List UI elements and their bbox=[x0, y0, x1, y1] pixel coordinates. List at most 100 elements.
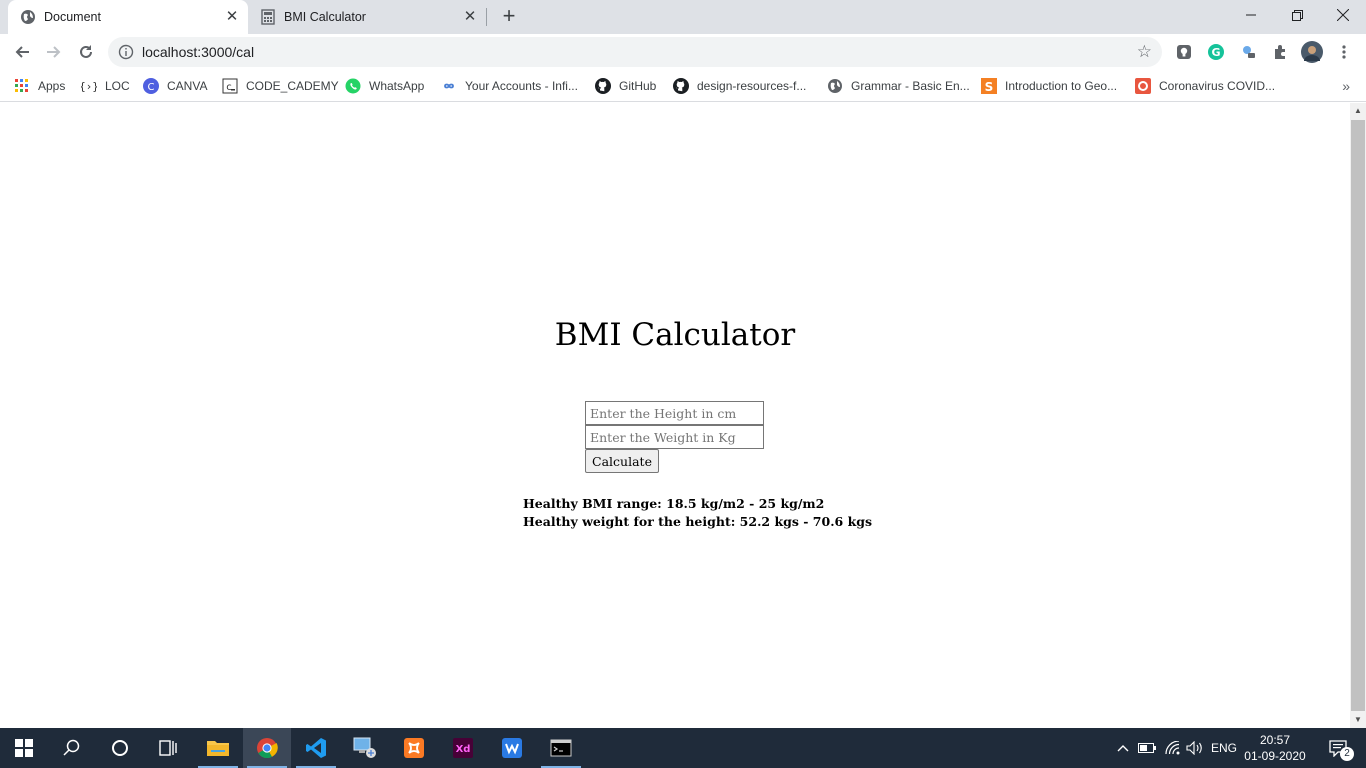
bookmark-label: Your Accounts - Infi... bbox=[465, 79, 578, 93]
adobe-xd-icon: Xd bbox=[453, 738, 473, 758]
start-button[interactable] bbox=[0, 728, 48, 768]
grammarly-icon[interactable]: G bbox=[1206, 42, 1226, 62]
healthy-weight-text: Healthy weight for the height: 52.2 kgs … bbox=[523, 514, 873, 529]
wps-office-button[interactable] bbox=[488, 728, 536, 768]
bookmarks-overflow-chevron-icon[interactable]: » bbox=[1342, 78, 1350, 94]
infinity-icon bbox=[441, 78, 457, 94]
battery-icon[interactable] bbox=[1136, 728, 1158, 768]
bookmark-label: CANVA bbox=[167, 79, 208, 93]
terminal-button[interactable] bbox=[537, 728, 585, 768]
show-hidden-icons-chevron-icon[interactable] bbox=[1112, 728, 1134, 768]
tab-document[interactable]: Document ✕ bbox=[8, 0, 248, 34]
bookmark-design-resources[interactable]: design-resources-f... bbox=[673, 76, 806, 96]
windows-logo-icon bbox=[15, 739, 33, 757]
forward-button[interactable] bbox=[42, 40, 66, 64]
scroll-up-arrow-icon[interactable]: ▲ bbox=[1354, 106, 1362, 115]
github-icon bbox=[673, 78, 689, 94]
terminal-icon bbox=[550, 739, 572, 757]
back-button[interactable] bbox=[10, 40, 34, 64]
file-explorer-button[interactable] bbox=[194, 728, 242, 768]
new-tab-button[interactable]: + bbox=[498, 5, 520, 28]
apps-grid-icon bbox=[14, 78, 30, 94]
restore-button[interactable] bbox=[1274, 0, 1320, 30]
bookmark-star-icon[interactable]: ☆ bbox=[1137, 43, 1152, 61]
back-arrow-icon bbox=[15, 46, 29, 58]
bookmark-github[interactable]: GitHub bbox=[595, 76, 656, 96]
adobe-xd-button[interactable]: Xd bbox=[439, 728, 487, 768]
whatsapp-icon bbox=[345, 78, 361, 94]
minimize-button[interactable] bbox=[1228, 0, 1274, 30]
codecademy-icon: c bbox=[222, 78, 238, 94]
bookmarks-bar: Apps {›} LOC C CANVA c CODE_CADEMY Whats… bbox=[0, 70, 1366, 102]
language-indicator[interactable]: ENG bbox=[1208, 728, 1240, 768]
folder-icon bbox=[207, 741, 229, 756]
svg-text:G: G bbox=[1211, 46, 1220, 59]
height-input[interactable] bbox=[585, 401, 764, 425]
chrome-icon bbox=[257, 738, 278, 759]
cortana-circle-icon bbox=[112, 740, 128, 756]
info-icon[interactable] bbox=[118, 44, 134, 60]
svg-text:Xd: Xd bbox=[456, 744, 471, 755]
profile-avatar[interactable] bbox=[1301, 41, 1323, 63]
volume-icon[interactable] bbox=[1184, 728, 1206, 768]
bookmark-your-accounts[interactable]: Your Accounts - Infi... bbox=[441, 76, 578, 96]
extension-puzzle-blue-icon[interactable] bbox=[1238, 42, 1258, 62]
bookmark-codecademy[interactable]: c CODE_CADEMY bbox=[222, 76, 339, 96]
tab-title: BMI Calculator bbox=[284, 10, 366, 24]
canva-icon: C bbox=[143, 78, 159, 94]
bookmark-label: design-resources-f... bbox=[697, 79, 807, 93]
bookmark-grammar[interactable]: Grammar - Basic En... bbox=[827, 76, 970, 96]
close-icon bbox=[1337, 9, 1349, 21]
notification-count-badge: 2 bbox=[1340, 747, 1354, 761]
scrollbar-thumb[interactable] bbox=[1351, 120, 1365, 711]
bookmark-introduction-geo[interactable]: S Introduction to Geo... bbox=[981, 76, 1117, 96]
xampp-button[interactable] bbox=[390, 728, 438, 768]
bookmark-label: GitHub bbox=[619, 79, 657, 93]
svg-text:{›}: {›} bbox=[81, 80, 97, 93]
menu-kebab-icon[interactable] bbox=[1334, 42, 1354, 62]
svg-text:C: C bbox=[148, 82, 155, 93]
bookmark-coronavirus[interactable]: Coronavirus COVID... bbox=[1135, 76, 1275, 96]
tab-bmi-calculator[interactable]: BMI Calculator ✕ bbox=[248, 0, 486, 34]
extensions-puzzle-icon[interactable] bbox=[1270, 42, 1290, 62]
system-clock[interactable]: 20:57 01-09-2020 bbox=[1240, 732, 1310, 764]
close-tab-icon[interactable]: ✕ bbox=[462, 9, 478, 25]
bookmark-apps[interactable]: Apps bbox=[14, 76, 65, 96]
scroll-down-arrow-icon[interactable]: ▼ bbox=[1354, 715, 1362, 724]
bookmark-label: CODE_CADEMY bbox=[246, 79, 339, 93]
bookmark-label: Apps bbox=[38, 79, 66, 93]
chrome-button[interactable] bbox=[243, 728, 291, 768]
close-tab-icon[interactable]: ✕ bbox=[224, 9, 240, 25]
calculator-icon bbox=[261, 9, 275, 25]
search-button[interactable] bbox=[48, 728, 96, 768]
notifications-button[interactable]: 2 bbox=[1318, 728, 1358, 768]
svg-text:c: c bbox=[226, 82, 232, 93]
bookmark-label: Coronavirus COVID... bbox=[1159, 79, 1276, 93]
wifi-icon[interactable] bbox=[1160, 728, 1184, 768]
globe-icon bbox=[827, 78, 843, 94]
close-window-button[interactable] bbox=[1320, 0, 1366, 30]
tab-title: Document bbox=[44, 10, 101, 24]
weight-input[interactable] bbox=[585, 425, 764, 449]
cortana-button[interactable] bbox=[96, 728, 144, 768]
network-app-button[interactable] bbox=[341, 728, 389, 768]
vertical-scrollbar[interactable]: ▲ ▼ bbox=[1350, 103, 1366, 728]
globe-icon bbox=[21, 10, 35, 24]
loc-icon: {›} bbox=[81, 78, 97, 94]
vscode-icon bbox=[306, 738, 326, 758]
address-bar[interactable]: localhost:3000/cal ☆ bbox=[108, 37, 1162, 67]
vscode-button[interactable] bbox=[292, 728, 340, 768]
bookmark-loc[interactable]: {›} LOC bbox=[81, 76, 130, 96]
search-icon bbox=[63, 739, 80, 756]
task-view-icon bbox=[159, 740, 177, 756]
extension-lightbulb-icon[interactable] bbox=[1174, 42, 1194, 62]
page-title: BMI Calculator bbox=[554, 317, 796, 353]
task-view-button[interactable] bbox=[144, 728, 192, 768]
bookmark-whatsapp[interactable]: WhatsApp bbox=[345, 76, 424, 96]
reload-button[interactable] bbox=[74, 40, 98, 64]
clock-date: 01-09-2020 bbox=[1244, 749, 1306, 763]
bookmark-label: Grammar - Basic En... bbox=[851, 79, 970, 93]
bookmark-canva[interactable]: C CANVA bbox=[143, 76, 207, 96]
bookmark-label: WhatsApp bbox=[369, 79, 425, 93]
calculate-button[interactable]: Calculate bbox=[585, 449, 659, 473]
